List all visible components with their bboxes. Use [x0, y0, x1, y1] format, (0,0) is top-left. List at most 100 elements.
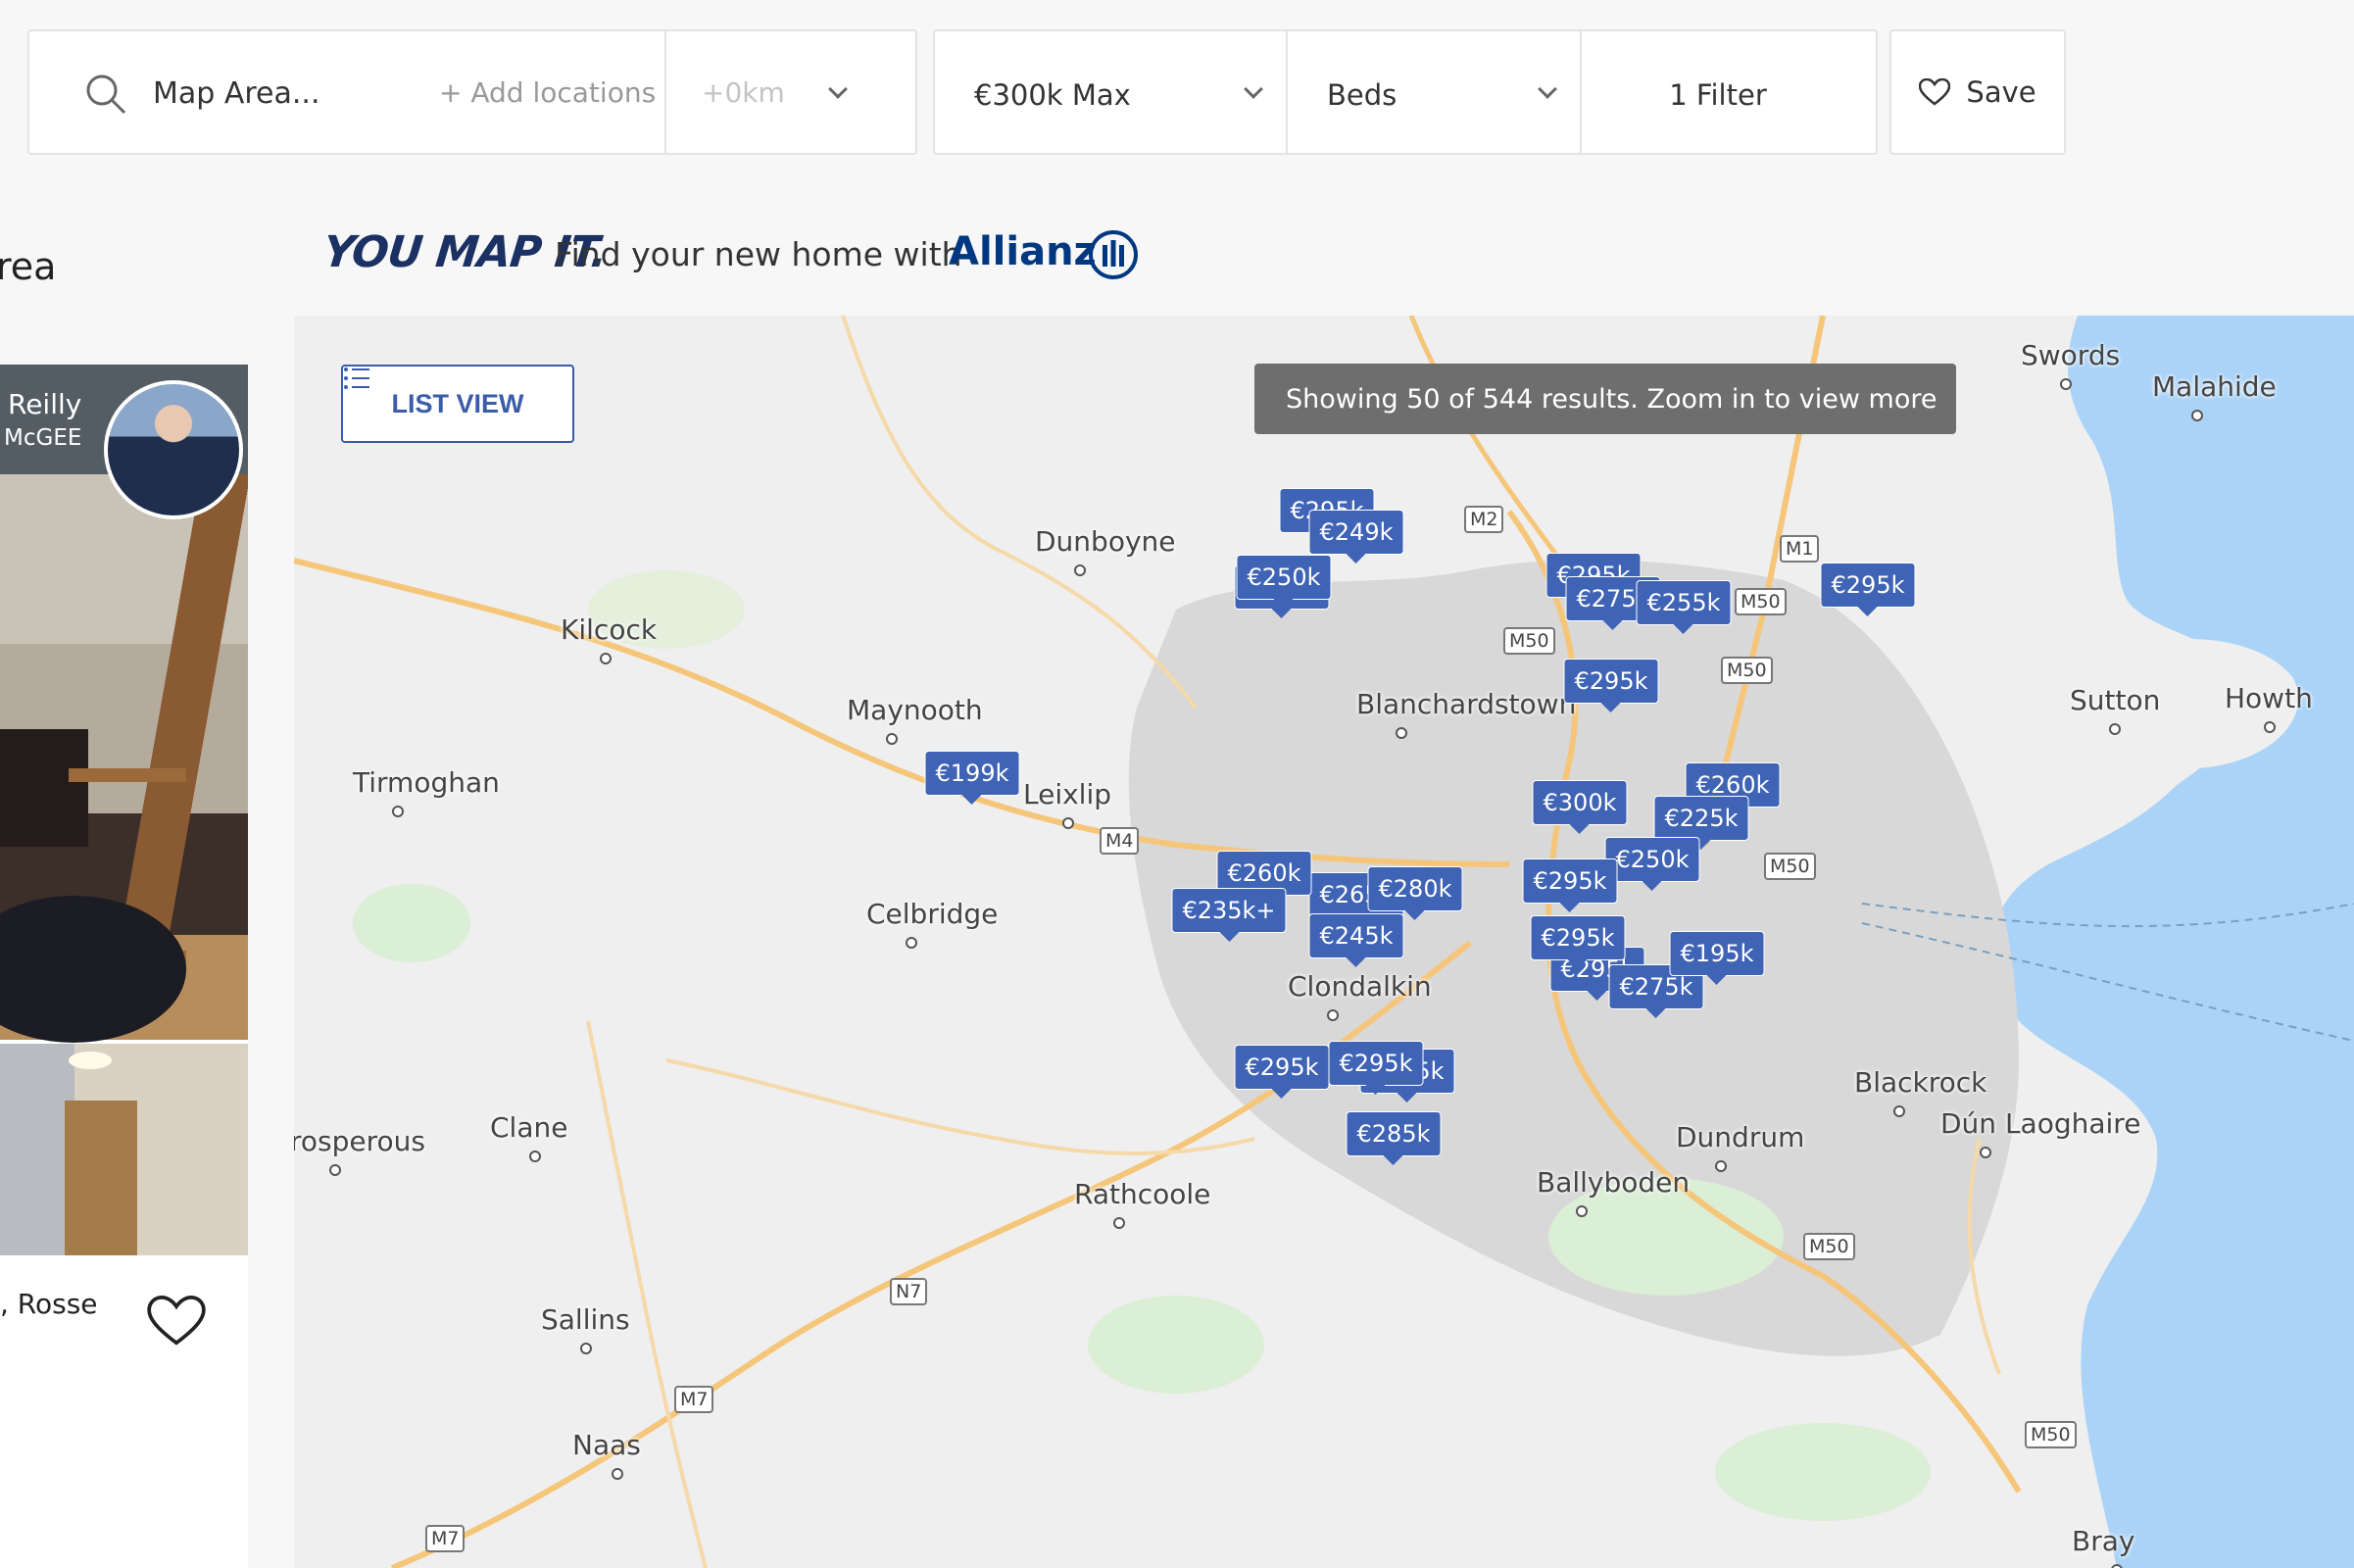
- road: [586, 1020, 708, 1568]
- map-place-label: Tirmoghan: [353, 766, 500, 799]
- road-shield: M50: [2025, 1421, 2077, 1448]
- map-place-dot: [1893, 1105, 1905, 1117]
- agent-avatar: [104, 380, 243, 519]
- map-place-label: Leixlip: [1023, 778, 1112, 810]
- chevron-down-icon[interactable]: [828, 79, 848, 99]
- price-pin[interactable]: €250k: [1604, 837, 1700, 891]
- map-place-dot: [612, 1468, 623, 1480]
- promo-text: Find your new home with: [555, 235, 962, 273]
- divider: [1286, 31, 1288, 153]
- map-place-label: Bray: [2072, 1525, 2135, 1557]
- divider: [664, 31, 666, 153]
- price-max-select[interactable]: €300k Max: [974, 78, 1131, 112]
- price-pin[interactable]: €195k: [1669, 931, 1765, 985]
- radius-select[interactable]: +0km: [702, 76, 785, 109]
- map-place-dot: [1576, 1205, 1588, 1217]
- road: [665, 1058, 1255, 1155]
- beds-select[interactable]: Beds: [1327, 78, 1397, 112]
- photo-detail: [69, 1052, 112, 1069]
- map-place-dot: [1113, 1217, 1125, 1229]
- filters-box: €300k Max Beds 1 Filter: [933, 29, 1878, 155]
- add-locations-link[interactable]: + Add locations: [439, 76, 656, 109]
- price-pin[interactable]: €295k: [1328, 1041, 1424, 1095]
- price-pin[interactable]: €300k: [1532, 780, 1628, 834]
- road-shield: M7: [674, 1386, 714, 1413]
- save-label: Save: [1966, 75, 2036, 109]
- price-pin[interactable]: €225k: [1653, 796, 1749, 850]
- price-pin[interactable]: €280k: [1367, 866, 1463, 920]
- road-shield: M1: [1780, 535, 1820, 563]
- promo-brand: Allianz: [949, 229, 1097, 274]
- price-pin[interactable]: €285k: [1346, 1111, 1442, 1165]
- road-shield: M50: [1735, 588, 1787, 615]
- map-place-dot: [600, 653, 612, 664]
- map-place-label: Blanchardstown: [1356, 688, 1577, 720]
- map-place-label: Maynooth: [847, 694, 983, 726]
- map-place-dot: [1980, 1147, 1991, 1158]
- heart-icon[interactable]: [147, 1296, 206, 1347]
- map-place-label: Blackrock: [1854, 1066, 1987, 1099]
- price-pin[interactable]: €295k: [1563, 659, 1659, 712]
- property-photo[interactable]: [0, 474, 248, 1043]
- road-shield: M7: [425, 1525, 466, 1552]
- chevron-down-icon[interactable]: [1538, 79, 1557, 99]
- price-pin[interactable]: €255k: [1636, 580, 1732, 634]
- price-pin[interactable]: €249k: [1308, 510, 1404, 564]
- list-view-label: LIST VIEW: [391, 388, 524, 418]
- map-place-dot: [2191, 410, 2203, 421]
- map-place-dot: [2060, 378, 2072, 390]
- property-card[interactable]: Reilly McGEE , Rosse: [0, 365, 248, 1568]
- agent-name: Reilly: [8, 388, 82, 420]
- map-place-dot: [1715, 1160, 1727, 1172]
- price-pin[interactable]: €295k: [1530, 915, 1626, 969]
- park-area: [353, 884, 470, 962]
- chevron-down-icon[interactable]: [1244, 79, 1263, 99]
- map-place-dot: [1074, 564, 1086, 576]
- road-shield: M50: [1764, 853, 1816, 880]
- map-place-dot: [1062, 817, 1074, 829]
- map-canvas[interactable]: LIST VIEW Swords Malahide Dunboyne Kilcock M…: [294, 316, 2354, 1568]
- map-place-label: Naas: [572, 1429, 641, 1461]
- road: [841, 316, 1198, 710]
- road-shield: M50: [1503, 627, 1555, 655]
- map-place-dot: [906, 937, 917, 949]
- price-pin[interactable]: €295k: [1522, 858, 1618, 912]
- map-place-label: Clane: [490, 1111, 568, 1144]
- map-place-label: Dunboyne: [1035, 525, 1176, 558]
- map-place-dot: [580, 1343, 592, 1354]
- list-view-button[interactable]: LIST VIEW: [341, 365, 574, 443]
- price-pin[interactable]: €250k: [1236, 555, 1332, 609]
- road-shield: M50: [1803, 1233, 1855, 1260]
- price-pin[interactable]: €295k: [1234, 1045, 1330, 1099]
- filters-button[interactable]: 1 Filter: [1558, 78, 1878, 112]
- price-pin[interactable]: €245k: [1308, 913, 1404, 967]
- map-place-label: Swords: [2021, 339, 2121, 371]
- list-icon: [344, 368, 369, 389]
- road-shield: M2: [1464, 506, 1504, 533]
- property-photo-thumbnail[interactable]: [0, 1044, 248, 1255]
- heart-icon: [1919, 78, 1951, 106]
- map-place-dot: [529, 1151, 541, 1162]
- results-title: rea: [0, 245, 57, 288]
- price-pin[interactable]: €295k: [1820, 563, 1916, 616]
- map-place-label: Ballyboden: [1537, 1166, 1691, 1199]
- results-notice: Showing 50 of 544 results. Zoom in to vi…: [1254, 364, 1956, 434]
- map-place-label: Malahide: [2152, 370, 2277, 403]
- property-address[interactable]: , Rosse: [0, 1288, 98, 1320]
- save-search-button[interactable]: Save: [1889, 29, 2066, 155]
- park-area: [1715, 1423, 1931, 1521]
- search-input[interactable]: Map Area...: [153, 76, 320, 111]
- photo-detail: [65, 1101, 137, 1255]
- map-place-dot: [2109, 723, 2121, 735]
- map-place-label: Sallins: [541, 1303, 630, 1336]
- road-shield: M50: [1721, 657, 1773, 684]
- road-shield: M4: [1100, 827, 1140, 855]
- price-pin[interactable]: €235k+: [1171, 888, 1287, 942]
- location-search-box[interactable]: Map Area... + Add locations +0km: [27, 29, 917, 155]
- price-pin[interactable]: €199k: [924, 751, 1020, 805]
- sea-area: [1991, 316, 2354, 1568]
- map-place-dot: [329, 1164, 341, 1176]
- map-place-dot: [392, 806, 404, 817]
- road-shield: N7: [890, 1278, 928, 1305]
- map-place-label: Clondalkin: [1288, 970, 1432, 1003]
